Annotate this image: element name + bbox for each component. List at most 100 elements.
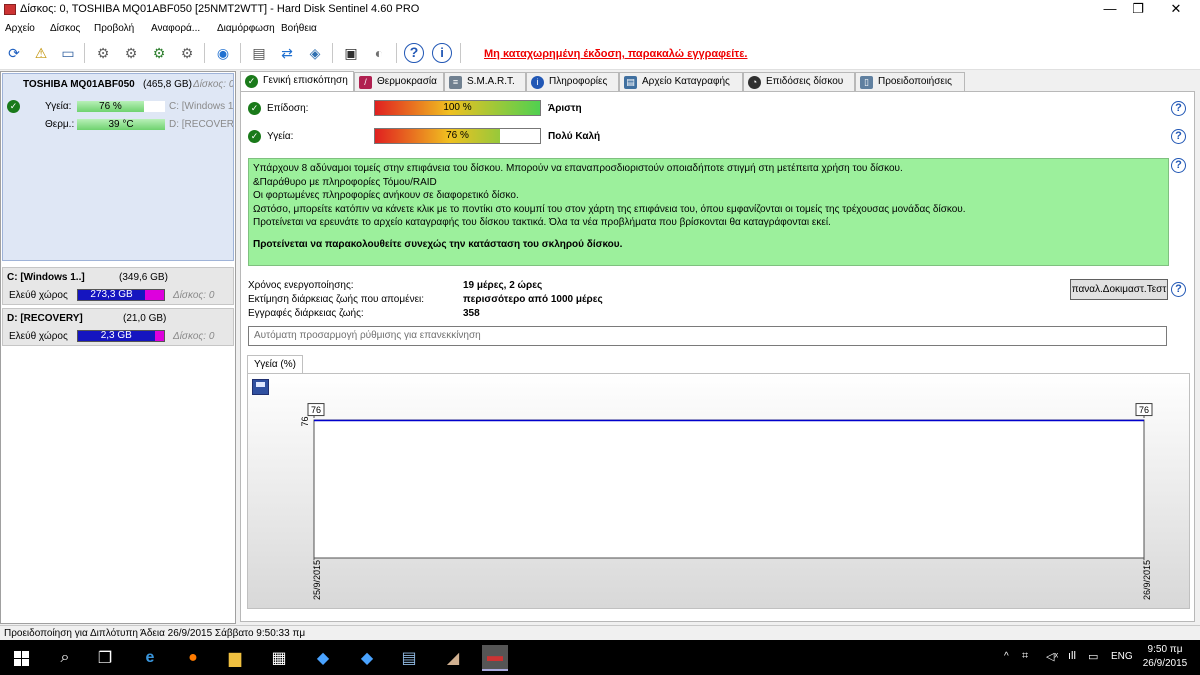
disk-card[interactable]: TOSHIBA MQ01ABF050 (465,8 GB) Δίσκος: 0 … — [2, 73, 234, 261]
test-button[interactable]: παναλ.Δοκιμαστ.Τεστ — [1070, 279, 1168, 300]
health-rating: Πολύ Καλή — [548, 131, 601, 142]
lifetime-label: Εκτίμηση διάρκειας ζωής που απομένει: — [248, 294, 425, 305]
point-label: 76 — [1135, 403, 1153, 417]
help-icon[interactable]: ? — [1171, 158, 1186, 173]
partition-c-size: (349,6 GB) — [119, 272, 168, 283]
store-icon[interactable]: ▦ — [266, 645, 292, 671]
performance-label: Επίδοση: — [267, 103, 309, 114]
help-icon[interactable]: ? — [403, 42, 425, 64]
menu-view[interactable]: Προβολή — [94, 23, 134, 34]
x-tick-end: 26/9/2015 — [1142, 560, 1152, 600]
partition-d-disk: Δίσκος: 0 — [173, 331, 215, 342]
message-line: Οι φορτωμένες πληροφορίες ανήκουν σε δια… — [253, 190, 519, 201]
partition-d[interactable]: D: [RECOVERY] (21,0 GB) Ελεύθ χώρος 2,3 … — [2, 308, 234, 346]
help-icon[interactable]: ? — [1171, 282, 1186, 297]
maximize-button[interactable]: ❐ — [1120, 0, 1156, 20]
disk-tool-4-icon[interactable]: ⚙ — [176, 42, 198, 64]
x-tick-start: 25/9/2015 — [312, 560, 322, 600]
message-line: Υπάρχουν 8 αδύναμοι τομείς στην επιφάνει… — [253, 163, 903, 174]
refresh-icon[interactable]: ⟳ — [3, 42, 25, 64]
partition-c-name: C: [Windows 1..] — [7, 272, 85, 283]
status-message-box: Υπάρχουν 8 αδύναμοι τομείς στην επιφάνει… — [248, 158, 1169, 266]
disk-name: TOSHIBA MQ01ABF050 — [23, 79, 135, 90]
menu-disk[interactable]: Δίσκος — [50, 23, 80, 34]
tab-overview[interactable]: ✓ Γενική επισκόπηση — [240, 71, 354, 91]
close-button[interactable]: ✕ — [1158, 0, 1194, 20]
network-icon[interactable]: ◈ — [304, 42, 326, 64]
file-explorer-icon[interactable]: ▆ — [222, 645, 248, 671]
disk-tool-1-icon[interactable]: ⚙ — [92, 42, 114, 64]
tab-log[interactable]: ▤ Αρχείο Καταγραφής — [619, 72, 743, 91]
menu-report[interactable]: Αναφορά... — [151, 23, 200, 34]
menu-help[interactable]: Βοήθεια — [281, 23, 317, 34]
menu-file[interactable]: Αρχείο — [5, 23, 35, 34]
check-icon: ✓ — [248, 102, 261, 115]
volume-muted-icon[interactable]: ◁ˣ — [1046, 650, 1058, 663]
document-app-icon[interactable]: ▤ — [396, 645, 422, 671]
menu-configuration[interactable]: Διαμόρφωση — [217, 23, 275, 34]
partition-d-free-label: Ελεύθ χώρος — [9, 331, 68, 342]
message-line: &Παράθυρο με πληροφορίες Τόμου/RAID — [253, 176, 437, 188]
performance-bar: 100 % — [374, 100, 541, 116]
help-icon[interactable]: ? — [1171, 129, 1186, 144]
point-label-end: 76 — [1139, 405, 1149, 415]
send-report-icon[interactable]: ⇄ — [276, 42, 298, 64]
hard-disk-sentinel-taskbar-icon[interactable]: ▬ — [482, 645, 508, 671]
disk-list-panel: TOSHIBA MQ01ABF050 (465,8 GB) Δίσκος: 0 … — [0, 71, 236, 624]
language-indicator[interactable]: ENG — [1111, 651, 1133, 662]
partition-c[interactable]: C: [Windows 1..] (349,6 GB) Ελεύθ χώρος … — [2, 267, 234, 305]
performance-rating: Άριστη — [548, 103, 582, 114]
check-icon: ✓ — [248, 130, 261, 143]
help-icon[interactable]: ? — [1171, 101, 1186, 116]
check-icon: ✓ — [7, 100, 20, 113]
unregistered-link[interactable]: Μη καταχωρημένη έκδοση, παρακαλώ εγγραφε… — [484, 48, 747, 60]
disk-number: Δίσκος: 0 — [193, 79, 233, 90]
clock-time: 9:50 πμ — [1147, 644, 1183, 655]
task-view-icon[interactable]: ❐ — [92, 645, 118, 671]
disk-info-icon[interactable]: ▭ — [57, 42, 79, 64]
health-bar: 76 % — [374, 128, 541, 144]
globe-icon[interactable]: ◉ — [212, 42, 234, 64]
tab-temperature[interactable]: / Θερμοκρασία — [354, 72, 444, 91]
partition-d-name: D: [RECOVERY] — [7, 313, 83, 324]
health-chart-area: 76 76 76 25/9/2015 26/9/2015 — [247, 373, 1190, 609]
tab-alerts[interactable]: ▯ Προειδοποιήσεις — [855, 72, 965, 91]
tray-chevron-icon[interactable]: ^ — [1004, 651, 1009, 662]
partition-d-free-bar: 2,3 GB — [77, 330, 165, 342]
battery-icon[interactable]: ▭ — [1088, 650, 1098, 663]
tab-information[interactable]: i Πληροφορίες — [526, 72, 619, 91]
records-value: 358 — [463, 308, 480, 319]
disk-tool-2-icon[interactable]: ⚙ — [120, 42, 142, 64]
warning-icon[interactable]: ⚠ — [30, 42, 52, 64]
disk-temp-bar: 39 °C — [77, 119, 165, 130]
disk-health-label: Υγεία: — [45, 101, 72, 112]
sound-icon[interactable]: ◐ — [368, 42, 390, 64]
tab-performance[interactable]: ◔ Επιδόσεις δίσκου — [743, 72, 855, 91]
disk-size: (465,8 GB) — [143, 79, 192, 90]
message-recommendation: Προτείνεται να παρακολουθείτε συνεχώς τη… — [253, 238, 623, 250]
tab-health-chart[interactable]: Υγεία (%) — [247, 355, 303, 373]
disk-temp-label: Θερμ.: — [45, 119, 75, 130]
auto-restart-field[interactable]: Αυτόματη προσαρμογή ρύθμισης για επανεκκ… — [248, 326, 1167, 346]
windows-start-icon[interactable] — [8, 645, 34, 671]
app-icon — [4, 4, 16, 15]
network-icon[interactable]: ıll — [1068, 650, 1076, 662]
dropbox-icon[interactable]: ◆ — [310, 645, 336, 671]
disk-tool-3-icon[interactable]: ⚙ — [148, 42, 170, 64]
toolbar: ⟳ ⚠ ▭ ⚙ ⚙ ⚙ ⚙ ◉ ▤ ⇄ ◈ ▣ ◐ ? i Μη καταχωρ… — [0, 38, 1200, 70]
health-chart: 76 76 76 25/9/2015 26/9/2015 — [300, 403, 1153, 600]
report-icon[interactable]: ▤ — [248, 42, 270, 64]
edge-icon[interactable]: e — [137, 645, 163, 671]
app-icon[interactable]: ◢ — [440, 645, 466, 671]
monitor-icon[interactable]: ▣ — [340, 42, 362, 64]
tray-app-icon[interactable]: ⌗ — [1022, 650, 1028, 663]
clock[interactable]: 9:50 πμ 26/9/2015 — [1140, 643, 1190, 671]
tab-smart[interactable]: ≡ S.M.A.R.T. — [444, 72, 526, 91]
firefox-icon[interactable]: ● — [180, 645, 206, 671]
search-icon[interactable]: ⌕ — [52, 645, 78, 671]
partition-c-ref: C: [Windows 1 — [169, 101, 233, 112]
uptime-label: Χρόνος ενεργοποίησης: — [248, 280, 354, 291]
info-icon: i — [531, 76, 544, 89]
dropbox-2-icon[interactable]: ◆ — [354, 645, 380, 671]
about-icon[interactable]: i — [431, 42, 453, 64]
